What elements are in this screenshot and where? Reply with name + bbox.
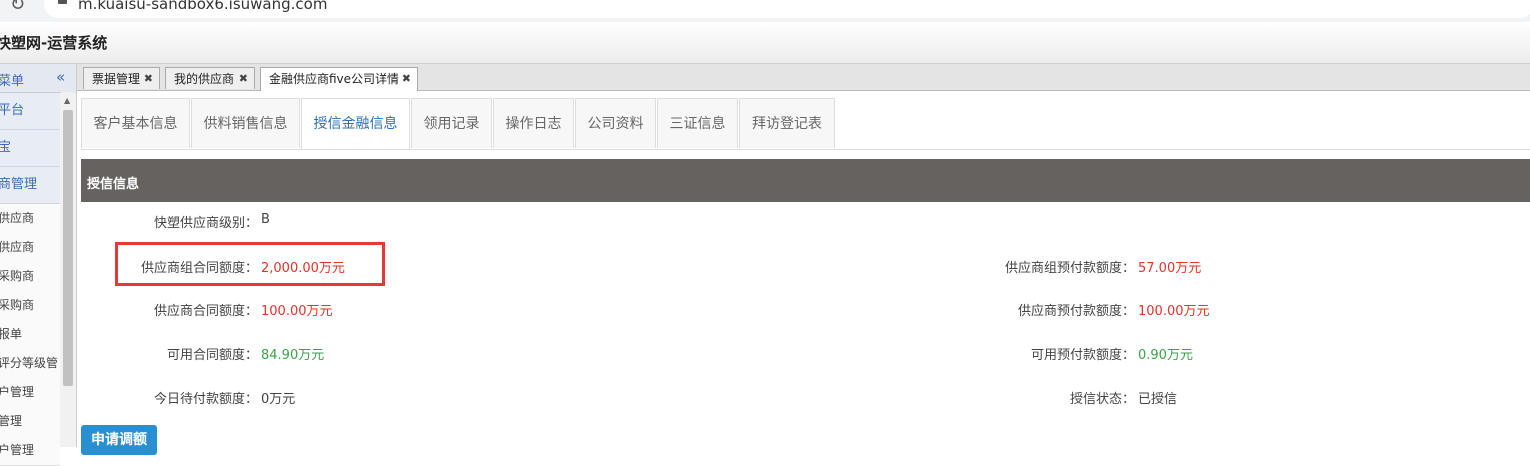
sidebar-scrollbar[interactable]: ▲ [61,92,75,447]
contract-limit-label: 供应商合同额度： [153,304,258,319]
close-icon[interactable]: ✖ [402,68,411,90]
sidebar-item-label: 评分等级管 [0,356,59,370]
tab-customer-basic-info[interactable]: 客户基本信息 [81,98,190,148]
sidebar-item-purchaser-2[interactable]: 采购商 [0,291,60,321]
sidebar-item-label: 管理 [0,414,23,428]
sidebar-item-label: 户管理 [0,385,35,399]
sidebar-item-label: 户管理 [0,443,35,457]
scroll-thumb[interactable] [63,110,73,386]
supplier-level-label: 快塑供应商级别： [153,216,258,231]
page-tab-bar: 票据管理 ✖ 我的供应商 ✖ 金融供应商five公司详情 ✖ [77,64,1530,91]
sidebar-item-label: 平台 [0,103,25,118]
tab-company-documents[interactable]: 公司资料 [575,98,656,148]
sidebar-header: 菜单 « [0,64,76,93]
credit-section-header: 授信信息 [81,159,1530,202]
sidebar-item-account-management[interactable]: 户管理 [0,378,60,408]
prepay-limit-label: 供应商预付款额度： [1017,304,1135,319]
tab-operation-log[interactable]: 操作日志 [493,98,574,148]
sidebar-item-label: 供应商 [0,240,35,254]
credit-status-label: 授信状态： [1069,392,1135,407]
tab-my-suppliers[interactable]: 我的供应商 ✖ [165,67,255,89]
sidebar-item-label: 采购商 [0,298,35,312]
sidebar-item-supplier[interactable]: 供应商 [0,204,60,234]
sidebar-item-report[interactable]: 报单 [0,320,60,350]
app-header: 快塑网-运营系统 [0,22,1530,64]
prepay-limit-value: 100.00万元 [1138,304,1210,319]
sidebar-item-rating-level[interactable]: 评分等级管 [0,349,60,379]
tab-three-certificates[interactable]: 三证信息 [657,98,738,148]
sidebar-item-platform[interactable]: 平台 [0,93,60,130]
collapse-sidebar-icon[interactable]: « [56,68,65,86]
sidebar-item-label: 宝 [0,140,11,155]
group-prepay-limit-label: 供应商组预付款额度： [1004,261,1135,276]
tab-credit-finance-info[interactable]: 授信金融信息 [301,98,410,149]
group-prepay-limit-value: 57.00万元 [1138,261,1202,276]
available-prepay-label: 可用预付款额度： [1030,348,1135,363]
sidebar-item-label: 报单 [0,327,23,341]
section-title: 授信信息 [87,177,140,192]
sidebar-item-merchant-management[interactable]: 商管理 [0,167,60,204]
browser-toolbar: ↻ m.kuaisu-sandbox6.isuwang.com [0,0,1530,22]
close-icon[interactable]: ✖ [239,68,248,90]
tab-visit-register[interactable]: 拜访登记表 [739,98,835,148]
tab-label: 我的供应商 [174,72,235,86]
tab-supplier-detail[interactable]: 金融供应商five公司详情 ✖ [260,67,418,91]
supplier-level-value: B [261,212,270,227]
sidebar-item-purchaser[interactable]: 采购商 [0,262,60,292]
sidebar-header-label: 菜单 [0,74,25,89]
today-pending-value: 0万元 [261,392,296,407]
highlight-annotation-box [115,242,385,286]
tab-label: 金融供应商five公司详情 [269,72,400,86]
sidebar-item-label: 采购商 [0,269,35,283]
today-pending-label: 今日待付款额度： [153,392,258,407]
app-title: 快塑网-运营系统 [0,34,108,52]
sidebar-item-supplier-2[interactable]: 供应商 [0,233,60,263]
sidebar-item-label: 供应商 [0,211,35,225]
tab-label: 票据管理 [92,72,141,86]
contract-limit-value: 100.00万元 [261,304,333,319]
tab-bill-management[interactable]: 票据管理 ✖ [83,67,160,89]
sidebar-item-label: 商管理 [0,177,38,192]
credit-status-value: 已授信 [1138,392,1178,407]
tab-usage-records[interactable]: 领用记录 [411,98,492,148]
close-icon[interactable]: ✖ [144,68,153,90]
url-text[interactable]: m.kuaisu-sandbox6.isuwang.com [78,0,327,13]
sidebar-item-account-management-2[interactable]: 户管理 [0,436,60,466]
sidebar-item-management[interactable]: 管理 [0,407,60,437]
available-contract-label: 可用合同额度： [166,348,258,363]
scroll-up-icon[interactable]: ▲ [64,96,70,105]
reload-icon[interactable]: ↻ [10,0,25,15]
available-prepay-value: 0.90万元 [1138,348,1193,363]
lock-icon [58,0,67,4]
sidebar-item-bao[interactable]: 宝 [0,130,60,167]
apply-adjust-limit-button[interactable]: 申请调额 [81,425,157,455]
tab-supply-sales-info[interactable]: 供料销售信息 [191,98,300,148]
sidebar: 菜单 « 平台 宝 商管理 供应商 供应商 采购商 采购商 报单 评分等级管 户… [0,64,77,466]
detail-tabs: 客户基本信息 供料销售信息 授信金融信息 领用记录 操作日志 公司资料 三证信息… [81,98,1530,150]
available-contract-value: 84.90万元 [261,348,325,363]
